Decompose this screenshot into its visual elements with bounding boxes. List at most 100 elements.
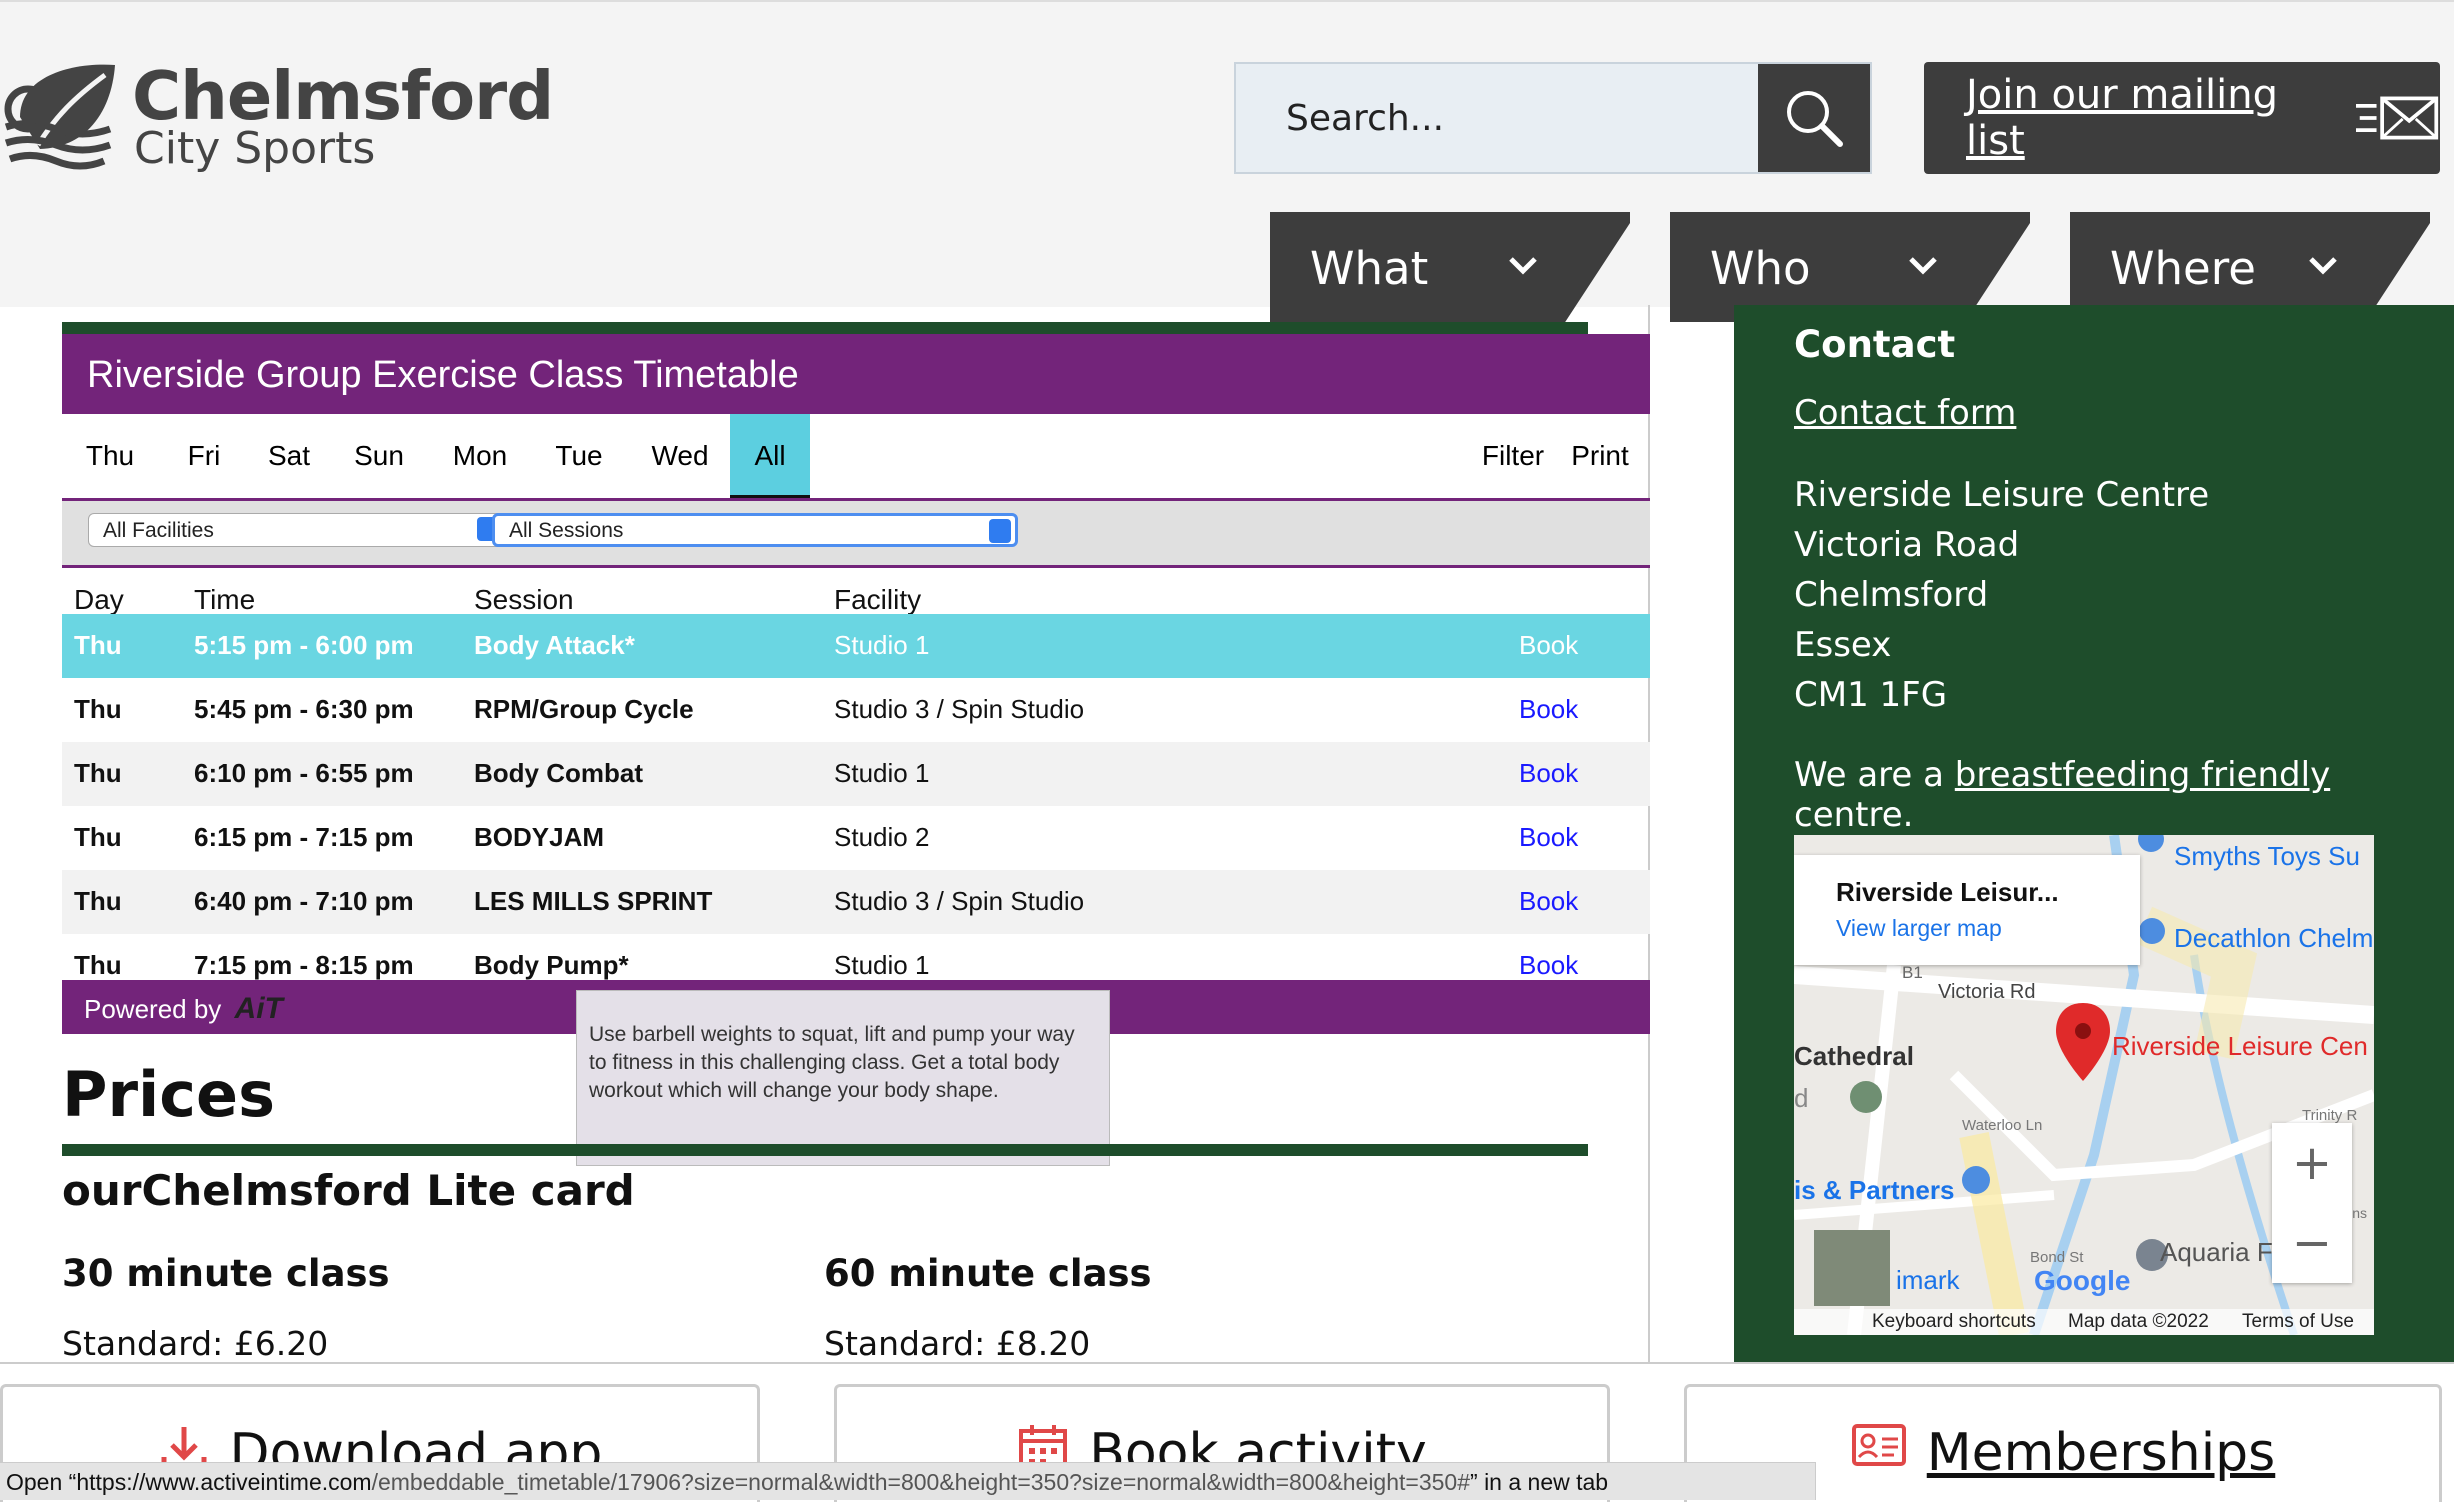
tab-wed[interactable]: Wed — [630, 414, 730, 498]
memberships-label: Memberships — [1926, 1423, 2276, 1483]
tab-thu[interactable]: Thu — [62, 414, 158, 498]
contact-form-link[interactable]: Contact form — [1794, 393, 2016, 433]
logo-line2: City Sports — [134, 123, 376, 174]
row-facility: Studio 1 — [834, 950, 930, 980]
table-row[interactable]: Thu 5:45 pm - 6:30 pm RPM/Group Cycle St… — [62, 678, 1650, 742]
row-time: 6:10 pm - 6:55 pm — [194, 758, 414, 788]
nav-who-label: Who — [1710, 242, 1811, 295]
book-link[interactable]: Book — [1519, 630, 1578, 661]
tab-sat[interactable]: Sat — [244, 414, 334, 498]
map-footer: Keyboard shortcuts Map data ©2022 Terms … — [1794, 1309, 2374, 1335]
filter-link[interactable]: Filter — [1466, 414, 1560, 498]
search-icon — [1787, 91, 1843, 147]
row-session[interactable]: Body Attack* — [474, 630, 635, 661]
map-label-smyths[interactable]: Smyths Toys Su — [2174, 841, 2360, 872]
site-logo[interactable]: Chelmsford City Sports — [0, 57, 554, 187]
row-session[interactable]: BODYJAM — [474, 822, 604, 853]
nav-what[interactable]: What — [1270, 212, 1630, 322]
facility-select[interactable]: All Facilities — [88, 513, 504, 547]
row-session[interactable]: RPM/Group Cycle — [474, 694, 694, 725]
table-row[interactable]: Thu 6:10 pm - 6:55 pm Body Combat Studio… — [62, 742, 1650, 806]
col-time: Time — [194, 584, 256, 615]
map-label-riverside[interactable]: Riverside Leisure Cen — [2112, 1031, 2368, 1062]
zoom-in-button[interactable]: + — [2272, 1123, 2352, 1203]
book-link[interactable]: Book — [1519, 950, 1578, 980]
mailing-list-label: Join our mailing list — [1966, 72, 2278, 164]
google-logo: Google — [2034, 1265, 2131, 1296]
row-time: 7:15 pm - 8:15 pm — [194, 950, 414, 980]
select-arrow-icon — [989, 519, 1011, 543]
envelope-icon — [2355, 96, 2439, 140]
map-label-bond-st: Bond St — [2030, 1249, 2084, 1266]
zoom-out-button[interactable]: − — [2272, 1203, 2352, 1283]
book-link[interactable]: Book — [1519, 822, 1578, 853]
address-line: CM1 1FG — [1794, 675, 1948, 715]
address-line: Victoria Road — [1794, 525, 2020, 565]
row-session[interactable]: Body Combat — [474, 758, 643, 789]
col-session: Session — [474, 584, 574, 615]
table-row[interactable]: Thu 7:15 pm - 8:15 pm Body Pump* Studio … — [62, 934, 1650, 980]
table-row[interactable]: Thu 5:15 pm - 6:00 pm Body Attack* Studi… — [62, 614, 1650, 678]
map-info-card: Riverside Leisur... View larger map — [1794, 855, 2140, 965]
filter-bar: All Facilities All Sessions — [62, 501, 1650, 568]
search-button[interactable] — [1758, 64, 1870, 172]
session-tooltip: Use barbell weights to squat, lift and p… — [576, 990, 1110, 1166]
map-label-imark[interactable]: imark — [1896, 1265, 1960, 1296]
mailing-list-button[interactable]: Join our mailing list — [1924, 62, 2440, 174]
row-facility: Studio 3 / Spin Studio — [834, 886, 1085, 916]
table-row[interactable]: Thu 6:15 pm - 7:15 pm BODYJAM Studio 2 B… — [62, 806, 1650, 870]
tab-fri[interactable]: Fri — [164, 414, 244, 498]
site-header: Chelmsford City Sports Join our mailing … — [0, 0, 2454, 322]
map-label-aquaria[interactable]: Aquaria F — [2160, 1237, 2273, 1268]
breastfeeding-link[interactable]: breastfeeding friendly — [1955, 755, 2330, 795]
map-label-victoria-rd: Victoria Rd — [1938, 981, 2036, 1003]
chevron-down-icon — [2309, 257, 2337, 275]
map-label-partners[interactable]: is & Partners — [1794, 1175, 1954, 1206]
browser-status-bar: Open “https://www.activeintime.com/embed… — [0, 1462, 1816, 1500]
membership-card-icon — [1851, 1424, 1906, 1466]
green-divider — [62, 322, 1588, 334]
search-input[interactable] — [1236, 64, 1758, 172]
status-prefix: Open “ — [6, 1469, 77, 1495]
view-larger-map-link[interactable]: View larger map — [1836, 915, 2002, 942]
tab-mon[interactable]: Mon — [432, 414, 528, 498]
tab-all[interactable]: All — [730, 414, 810, 498]
bf-prefix: We are a — [1794, 755, 1955, 795]
row-session[interactable]: LES MILLS SPRINT — [474, 886, 712, 917]
session-select[interactable]: All Sessions — [492, 513, 1018, 547]
address-line: Essex — [1794, 625, 1892, 665]
map-label-cathedral[interactable]: Cathedral — [1794, 1041, 1914, 1072]
keyboard-shortcuts-link[interactable]: Keyboard shortcuts — [1872, 1311, 2036, 1333]
location-map[interactable]: Riverside Leisur... View larger map Smyt… — [1794, 835, 2374, 1335]
row-facility: Studio 1 — [834, 630, 930, 660]
contact-heading: Contact — [1794, 323, 1956, 366]
prices-heading: Prices — [62, 1058, 275, 1131]
search-box — [1234, 62, 1872, 174]
row-day: Thu — [74, 630, 122, 660]
book-link[interactable]: Book — [1519, 758, 1578, 789]
col-facility: Facility — [834, 584, 922, 615]
row-day: Thu — [74, 950, 122, 980]
terms-of-use-link[interactable]: Terms of Use — [2242, 1311, 2354, 1333]
map-label-decathlon[interactable]: Decathlon Chelm — [2174, 923, 2373, 954]
session-select-value: All Sessions — [509, 519, 624, 542]
tab-sun[interactable]: Sun — [334, 414, 424, 498]
book-link[interactable]: Book — [1519, 886, 1578, 917]
tab-tue[interactable]: Tue — [532, 414, 626, 498]
map-label-waterloo: Waterloo Ln — [1962, 1117, 2043, 1134]
powered-by-text: Powered by — [84, 994, 222, 1024]
row-day: Thu — [74, 886, 122, 916]
book-link[interactable]: Book — [1519, 694, 1578, 725]
status-url-host: https://www.activeintime.com — [76, 1469, 372, 1495]
nav-where-label: Where — [2110, 242, 2256, 295]
print-link[interactable]: Print — [1560, 414, 1640, 498]
ait-brand-logo[interactable]: AiT — [235, 992, 283, 1025]
row-session[interactable]: Body Pump* — [474, 950, 629, 980]
price-standard-60: Standard: £8.20 — [824, 1324, 1091, 1363]
col-day: Day — [74, 584, 124, 615]
row-time: 6:40 pm - 7:10 pm — [194, 886, 414, 916]
status-url-path: /embeddable_timetable/17906?size=normal&… — [371, 1469, 1471, 1495]
table-row[interactable]: Thu 6:40 pm - 7:10 pm LES MILLS SPRINT S… — [62, 870, 1650, 934]
bf-suffix: centre. — [1794, 795, 1914, 835]
day-tabs: Thu Fri Sat Sun Mon Tue Wed All Filter P… — [62, 414, 1650, 501]
